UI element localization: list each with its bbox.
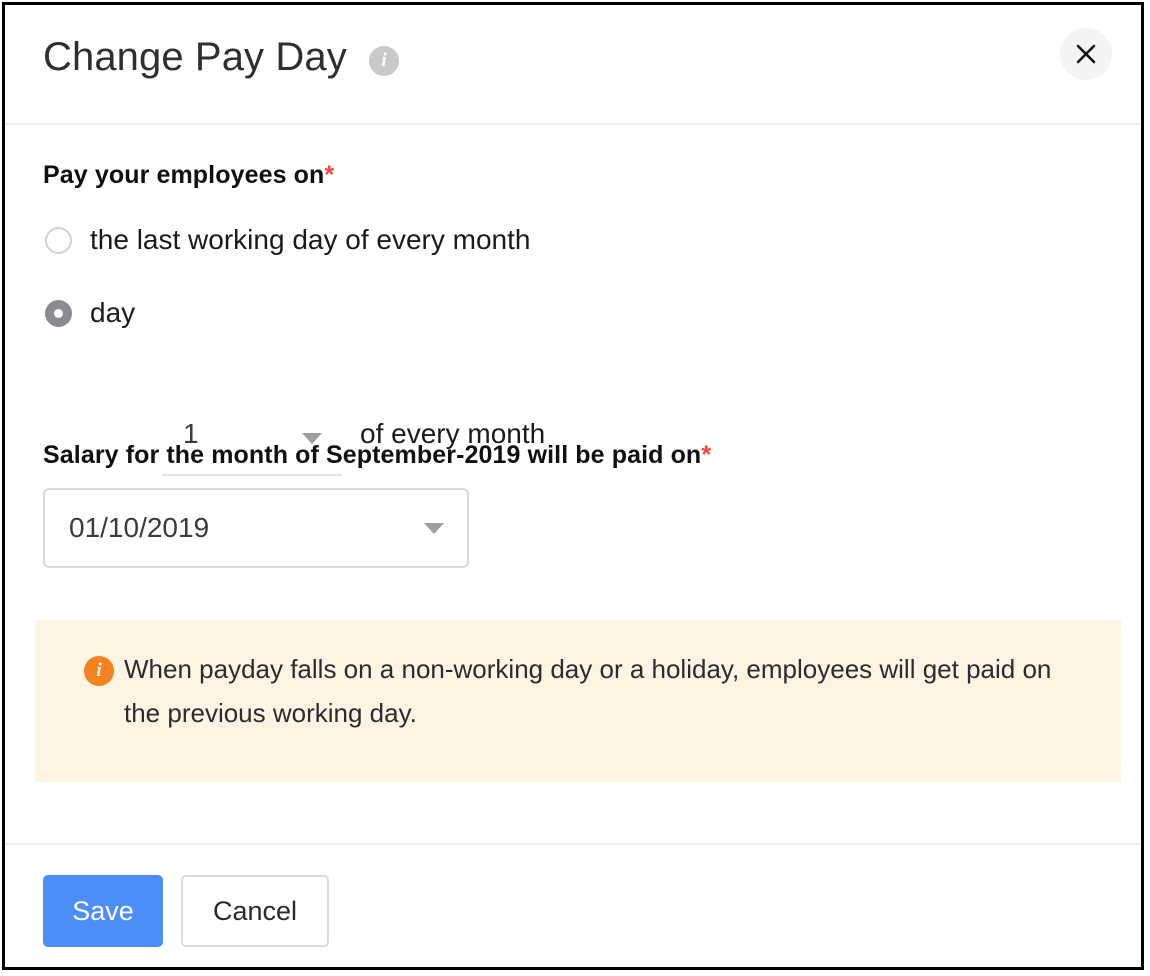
page-title: Change Pay Day (43, 35, 347, 80)
radio-icon-unselected[interactable] (45, 227, 72, 254)
info-banner-text: When payday falls on a non-working day o… (124, 647, 1084, 735)
required-asterisk: * (701, 441, 711, 469)
radio-option-specific-day[interactable]: day (45, 297, 135, 329)
pay-on-label: Pay your employees on* (43, 161, 334, 190)
dialog-body: Pay your employees on* the last working … (5, 125, 1141, 843)
radio-option-label: day (90, 297, 135, 329)
dialog-footer: Save Cancel (5, 843, 1141, 965)
save-button[interactable]: Save (43, 875, 163, 947)
close-button[interactable] (1060, 28, 1112, 80)
info-banner: i When payday falls on a non-working day… (35, 620, 1121, 782)
pay-date-value: 01/10/2019 (69, 512, 209, 544)
radio-icon-selected[interactable] (45, 300, 72, 327)
pay-date-select[interactable]: 01/10/2019 (43, 488, 469, 568)
info-circle-icon: i (84, 656, 114, 686)
change-pay-day-dialog: Change Pay Day i Pay your employees on* … (2, 2, 1144, 970)
radio-option-label: the last working day of every month (90, 224, 530, 256)
close-icon (1073, 41, 1099, 67)
dialog-header: Change Pay Day i (5, 5, 1141, 125)
cancel-button[interactable]: Cancel (181, 875, 329, 947)
salary-month-label-text: Salary for the month of September-2019 w… (43, 441, 701, 469)
info-circle-icon[interactable]: i (369, 46, 399, 76)
radio-option-last-working-day[interactable]: the last working day of every month (45, 224, 530, 256)
salary-month-label: Salary for the month of September-2019 w… (43, 441, 711, 470)
required-asterisk: * (324, 161, 334, 189)
chevron-down-icon (424, 523, 444, 534)
pay-on-label-text: Pay your employees on (43, 161, 324, 189)
